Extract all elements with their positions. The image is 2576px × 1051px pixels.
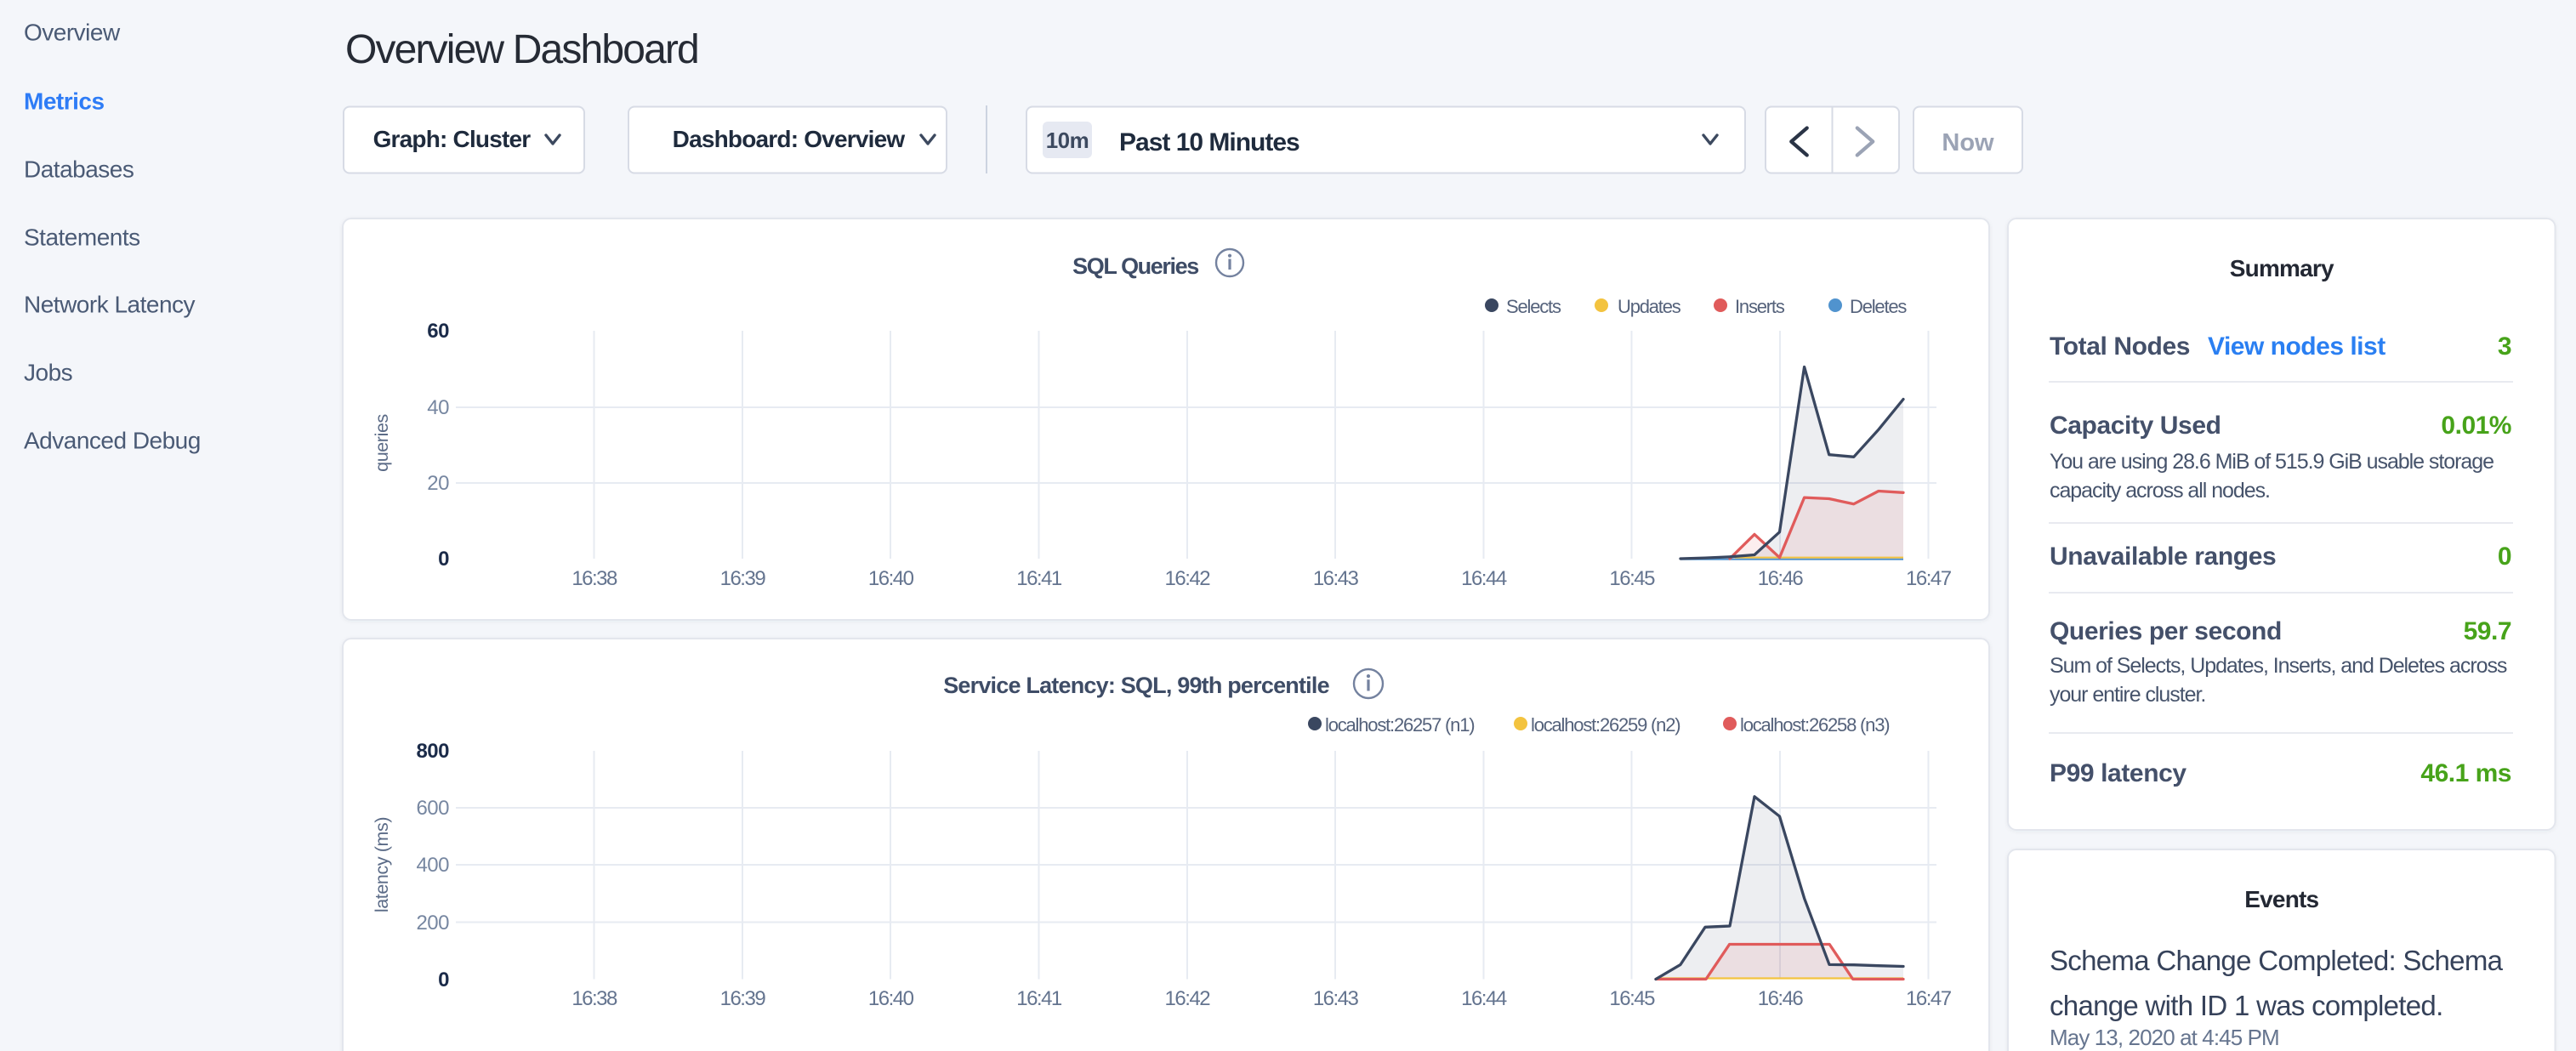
svg-text:16:46: 16:46 [1758, 567, 1804, 590]
svg-text:Jobs: Jobs [24, 360, 72, 386]
svg-text:Schema Change Completed: Schem: Schema Change Completed: Schema [2050, 945, 2504, 976]
svg-text:0: 0 [2498, 543, 2511, 571]
svg-text:600: 600 [416, 797, 449, 820]
svg-text:Updates: Updates [1618, 296, 1681, 317]
svg-text:You are using 28.6 MiB of 515.: You are using 28.6 MiB of 515.9 GiB usab… [2050, 450, 2494, 474]
svg-text:queries: queries [372, 414, 392, 472]
svg-text:latency (ms): latency (ms) [372, 817, 392, 912]
svg-text:localhost:26259 (n2): localhost:26259 (n2) [1531, 714, 1680, 736]
svg-text:16:44: 16:44 [1461, 567, 1507, 590]
svg-text:View nodes list: View nodes list [2208, 332, 2386, 361]
svg-text:59.7: 59.7 [2464, 617, 2511, 645]
svg-text:localhost:26257 (n1): localhost:26257 (n1) [1325, 714, 1474, 736]
svg-text:60: 60 [427, 320, 449, 343]
svg-text:Queries per second: Queries per second [2050, 617, 2282, 645]
svg-text:Capacity Used: Capacity Used [2050, 412, 2221, 440]
svg-text:Inserts: Inserts [1735, 296, 1785, 317]
svg-text:16:44: 16:44 [1461, 987, 1507, 1010]
svg-text:0: 0 [438, 969, 449, 991]
svg-text:800: 800 [416, 740, 449, 763]
svg-text:16:40: 16:40 [868, 987, 914, 1010]
svg-text:16:47: 16:47 [1906, 567, 1952, 590]
svg-text:localhost:26258 (n3): localhost:26258 (n3) [1740, 714, 1889, 736]
svg-text:Advanced Debug: Advanced Debug [24, 428, 201, 454]
svg-text:0.01%: 0.01% [2441, 412, 2511, 440]
svg-text:your entire cluster.: your entire cluster. [2050, 683, 2205, 707]
svg-text:SQL Queries: SQL Queries [1072, 253, 1198, 279]
svg-text:Selects: Selects [1506, 296, 1561, 317]
svg-text:16:41: 16:41 [1016, 567, 1062, 590]
svg-text:Overview: Overview [24, 20, 121, 46]
svg-text:Total Nodes: Total Nodes [2050, 332, 2190, 361]
svg-text:Summary: Summary [2230, 255, 2334, 281]
svg-text:May 13, 2020 at 4:45 PM: May 13, 2020 at 4:45 PM [2050, 1025, 2279, 1050]
svg-text:400: 400 [416, 854, 449, 877]
svg-text:16:45: 16:45 [1609, 567, 1655, 590]
svg-text:Metrics: Metrics [24, 88, 105, 115]
svg-text:Dashboard: Overview: Dashboard: Overview [673, 126, 906, 152]
svg-text:Now: Now [1942, 129, 1994, 156]
svg-text:16:43: 16:43 [1313, 987, 1359, 1010]
svg-text:16:40: 16:40 [868, 567, 914, 590]
svg-text:16:46: 16:46 [1758, 987, 1804, 1010]
svg-text:16:42: 16:42 [1165, 567, 1211, 590]
svg-text:Deletes: Deletes [1850, 296, 1907, 317]
svg-text:16:39: 16:39 [720, 987, 766, 1010]
svg-text:Events: Events [2244, 886, 2318, 912]
svg-text:Graph: Cluster: Graph: Cluster [373, 126, 532, 152]
svg-text:200: 200 [416, 912, 449, 935]
svg-text:change with ID 1 was completed: change with ID 1 was completed. [2050, 990, 2443, 1021]
svg-text:3: 3 [2498, 332, 2511, 361]
svg-text:P99 latency: P99 latency [2050, 759, 2186, 787]
svg-text:16:39: 16:39 [720, 567, 766, 590]
svg-text:16:43: 16:43 [1313, 567, 1359, 590]
svg-text:46.1 ms: 46.1 ms [2420, 759, 2511, 787]
svg-text:40: 40 [427, 396, 449, 419]
svg-text:16:38: 16:38 [571, 567, 617, 590]
svg-text:Network Latency: Network Latency [24, 292, 196, 318]
svg-text:Statements: Statements [24, 224, 140, 251]
svg-text:Databases: Databases [24, 156, 134, 183]
svg-text:capacity across all nodes.: capacity across all nodes. [2050, 479, 2270, 503]
svg-text:10m: 10m [1046, 128, 1089, 153]
svg-text:0: 0 [438, 548, 449, 571]
svg-text:Overview Dashboard: Overview Dashboard [345, 27, 698, 72]
svg-text:16:41: 16:41 [1016, 987, 1062, 1010]
svg-text:16:38: 16:38 [571, 987, 617, 1010]
svg-text:Past 10 Minutes: Past 10 Minutes [1119, 128, 1299, 156]
svg-text:16:47: 16:47 [1906, 987, 1952, 1010]
svg-text:Sum of Selects, Updates, Inser: Sum of Selects, Updates, Inserts, and De… [2050, 654, 2507, 678]
svg-text:Service Latency: SQL, 99th per: Service Latency: SQL, 99th percentile [943, 673, 1329, 698]
svg-text:20: 20 [427, 472, 449, 495]
svg-text:Unavailable ranges: Unavailable ranges [2050, 543, 2276, 571]
svg-text:16:42: 16:42 [1165, 987, 1211, 1010]
svg-text:16:45: 16:45 [1609, 987, 1655, 1010]
